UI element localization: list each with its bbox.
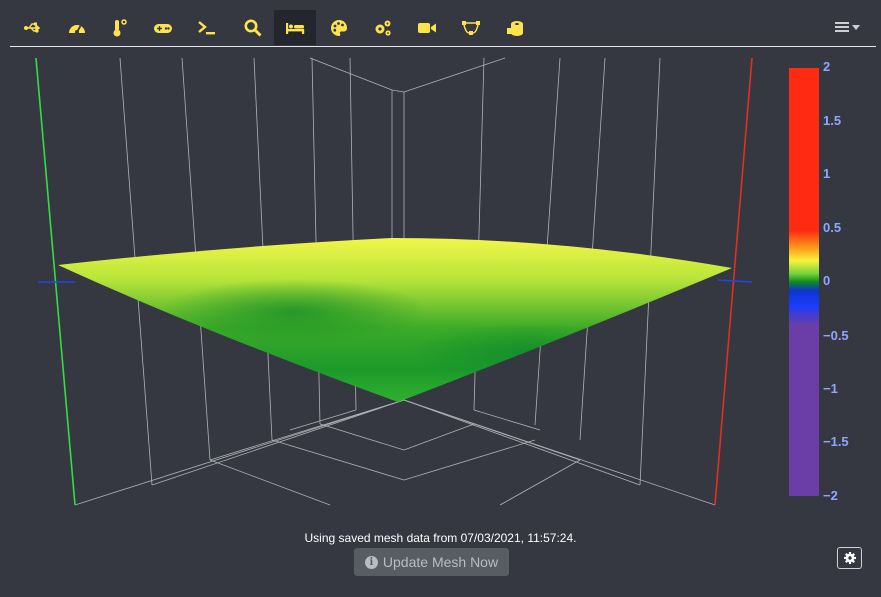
- filament-icon: [507, 20, 523, 36]
- color-scale-label: −0.5: [823, 328, 849, 343]
- dashboard-icon: [69, 24, 85, 34]
- tab-bed[interactable]: [274, 10, 316, 45]
- usb-icon: [24, 22, 41, 33]
- color-scale-bar: [789, 68, 819, 496]
- tab-bezier[interactable]: [450, 10, 492, 45]
- color-scale-label: 2: [823, 59, 831, 74]
- mesh-status-text: Using saved mesh data from 07/03/2021, 1…: [304, 531, 577, 545]
- gear-icon: [843, 552, 856, 564]
- color-scale-label: −2: [823, 488, 838, 503]
- tab-cogs[interactable]: [362, 10, 404, 45]
- color-scale-label: −1: [823, 381, 838, 396]
- tab-video[interactable]: [406, 10, 448, 45]
- bed-mesh-plot[interactable]: [0, 48, 881, 518]
- mesh-surface: [58, 238, 732, 402]
- bezier-icon: [462, 20, 480, 35]
- color-scale-label: 0: [823, 273, 831, 288]
- tab-palette[interactable]: [318, 10, 360, 45]
- bed-icon: [286, 22, 305, 34]
- tab-filament[interactable]: [494, 10, 536, 45]
- update-mesh-label: Update Mesh Now: [382, 554, 499, 570]
- gamepad-icon: [154, 23, 172, 33]
- color-scale-label: 1.5: [823, 113, 842, 128]
- menu-button[interactable]: [832, 14, 864, 42]
- tab-thermometer[interactable]: [98, 10, 140, 45]
- color-scale-label: 0.5: [823, 220, 842, 235]
- color-scale-label: −1.5: [823, 434, 849, 449]
- tab-terminal[interactable]: [186, 10, 228, 45]
- toolbar: [0, 0, 881, 47]
- tab-search[interactable]: [232, 10, 274, 45]
- video-icon: [418, 22, 436, 33]
- info-icon: i: [364, 555, 378, 569]
- tab-dashboard[interactable]: [56, 10, 98, 45]
- terminal-icon: [198, 20, 215, 34]
- settings-button[interactable]: [837, 547, 862, 569]
- tab-usb[interactable]: [12, 10, 54, 45]
- update-mesh-button[interactable]: i Update Mesh Now: [354, 548, 509, 576]
- z-axis-right-marker: [717, 279, 753, 283]
- toolbar-divider: [10, 46, 876, 47]
- cogs-icon: [375, 20, 391, 36]
- tab-gamepad[interactable]: [142, 10, 184, 45]
- palette-icon: [331, 19, 348, 36]
- color-scale-label: 1: [823, 166, 831, 181]
- list-menu-icon: [835, 22, 860, 32]
- thermometer-icon: [113, 18, 127, 36]
- search-icon: [244, 19, 262, 37]
